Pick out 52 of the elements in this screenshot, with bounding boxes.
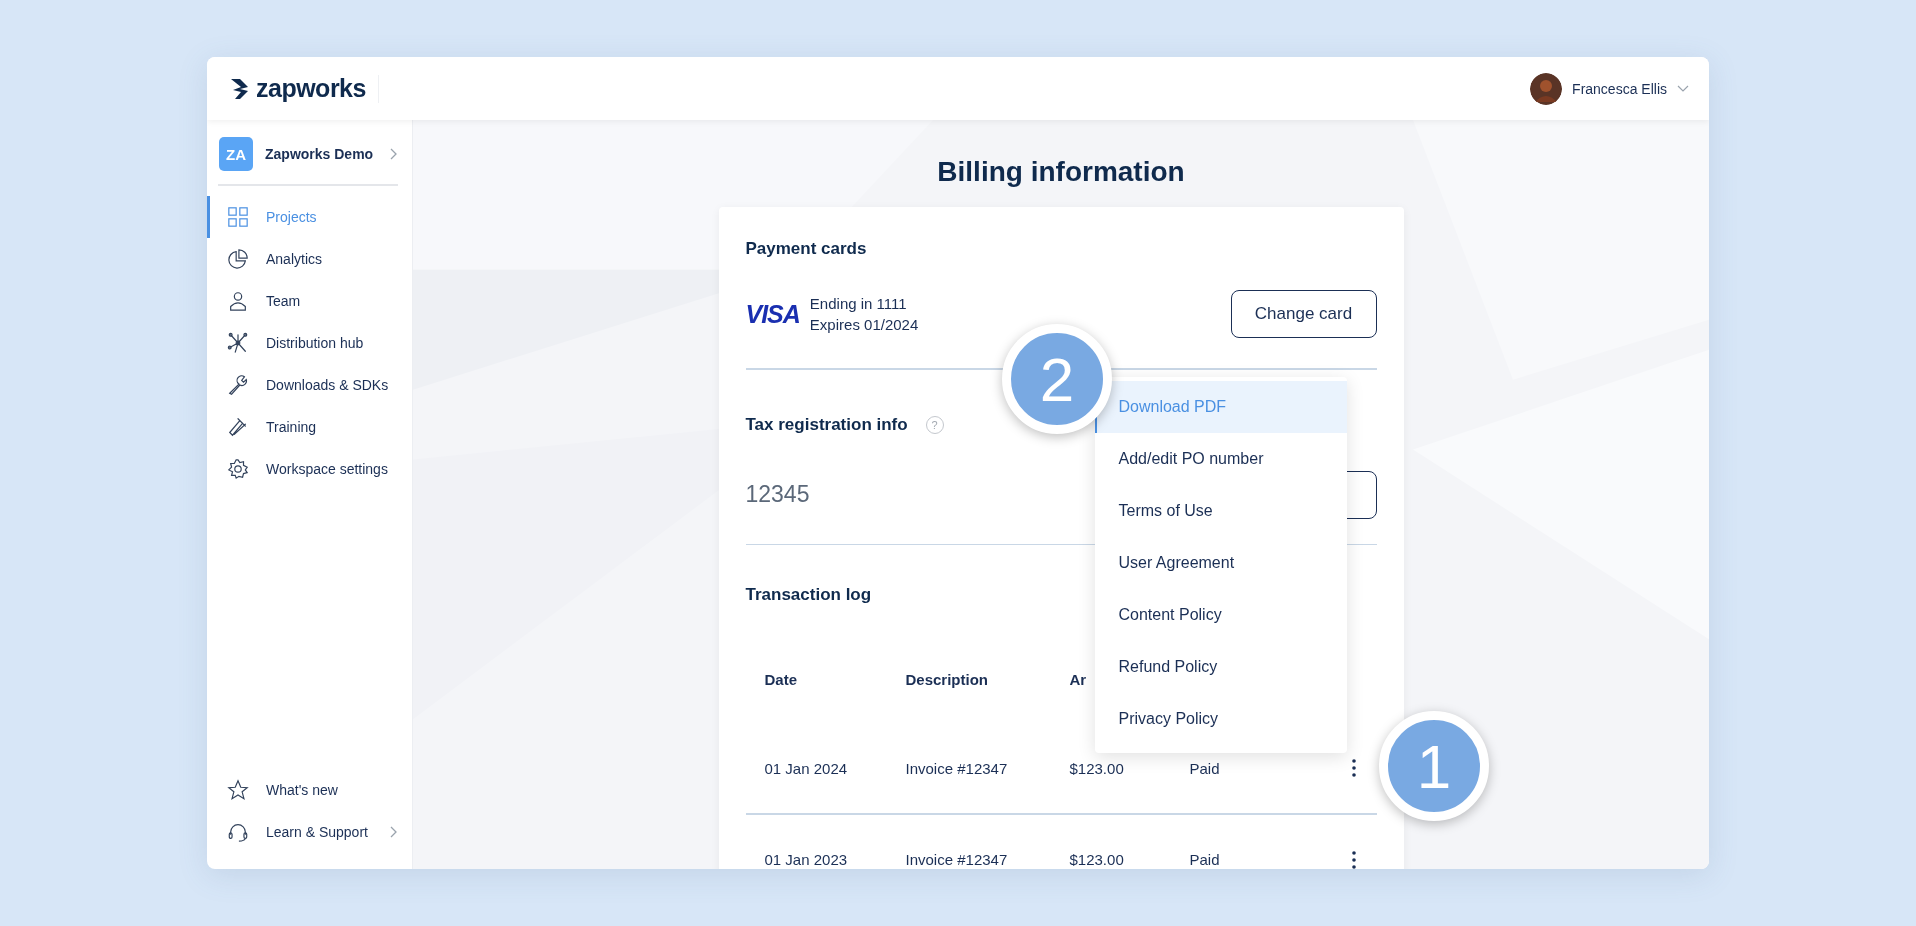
table-cell-text: Paid [1189,759,1221,777]
menu-item[interactable]: Add/edit PO number [1094,433,1347,485]
pie-chart-icon [227,248,249,270]
column-header: Description [905,670,988,688]
more-icon[interactable] [1351,759,1356,777]
sidebar-item[interactable]: Analytics [207,238,412,280]
headset-icon [227,821,249,843]
table-cell-text: $123.00 [1069,851,1125,868]
table-cell-text: Invoice #12347 [905,851,1009,868]
menu-item[interactable]: Terms of Use [1094,485,1347,537]
card-ending: Ending in 1111 [809,295,908,312]
change-card-button[interactable]: Change card [1230,290,1377,338]
section-title: Tax registration info [745,414,908,435]
avatar [1530,72,1563,105]
sidebar-item[interactable]: Downloads & SDKs [207,364,412,406]
menu-item[interactable]: Refund Policy [1094,641,1347,693]
workspace-switcher[interactable]: ZA Zapworks Demo [207,120,412,184]
sidebar-item[interactable]: Training [207,406,412,448]
table-cell-text: Invoice #12347 [905,759,1009,777]
chevron-right-icon [390,826,398,838]
chevron-right-icon [390,148,398,160]
section-title: Payment cards [745,239,868,259]
card-expiry: Expires 01/2024 [809,316,919,333]
table-cell-text: 01 Jan 2023 [764,851,849,868]
network-icon [227,332,249,354]
wrench-icon [227,374,249,396]
star-icon [227,779,249,801]
grid-icon [227,206,249,228]
sidebar-item[interactable]: Team [207,280,412,322]
user-menu[interactable]: Francesca Ellis [1530,72,1689,105]
sidebar-item[interactable]: Learn & Support [207,811,412,853]
table-cell-text: 01 Jan 2024 [764,759,849,777]
person-icon [227,290,249,312]
tools-icon [227,416,249,438]
chevron-down-icon [1677,84,1689,93]
page-title: Billing information [937,155,1185,189]
table-cell-text: $123.00 [1069,759,1125,777]
menu-item[interactable]: Content Policy [1094,589,1347,641]
menu-item[interactable]: User Agreement [1094,537,1347,589]
section-title: Transaction log [745,585,873,605]
card-brand-logo: VISA [745,299,800,329]
sidebar-item[interactable]: What's new [207,769,412,811]
column-header: Date [764,670,797,688]
sidebar-item[interactable]: Workspace settings [207,448,412,490]
sidebar-item[interactable]: Distribution hub [207,322,412,364]
logo-text: zapworks [256,74,366,103]
tax-number: 12345 [745,481,810,508]
table-cell-text: Paid [1189,851,1221,868]
more-icon[interactable] [1351,850,1356,869]
settings-icon [227,458,249,480]
menu-item[interactable]: Privacy Policy [1094,693,1347,745]
column-header: Ar [1069,670,1087,688]
